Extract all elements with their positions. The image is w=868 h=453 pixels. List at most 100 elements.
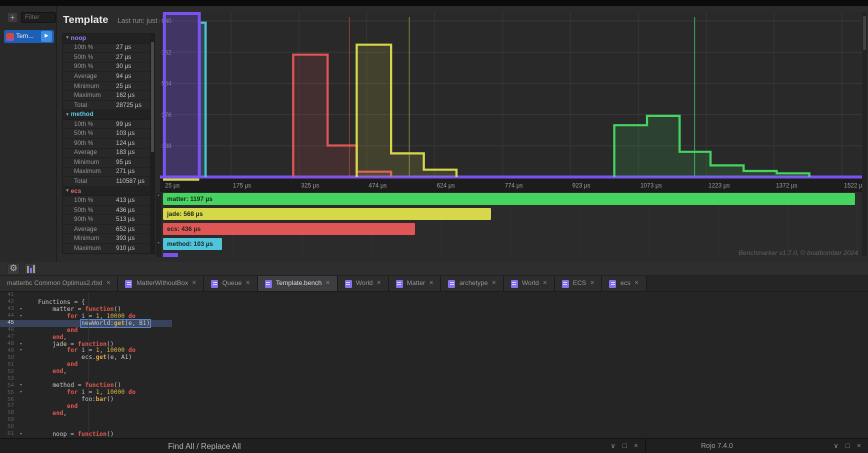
code-token: get [114, 320, 125, 327]
panel-scrollbar[interactable] [862, 12, 867, 256]
close-icon[interactable]: × [326, 280, 330, 287]
close-icon[interactable]: × [590, 280, 594, 287]
stat-label: 90th % [74, 216, 116, 223]
close-icon[interactable]: × [429, 280, 433, 287]
stat-value: 95 µs [116, 159, 131, 166]
code-line: 50 ecs.get(e, A1) [0, 354, 868, 361]
run-benchmark-button[interactable]: ▶ [41, 31, 52, 42]
settings-button[interactable]: ⚙ [7, 263, 20, 275]
line-number: 57 [0, 403, 16, 409]
add-benchmark-button[interactable]: + [7, 12, 18, 23]
code-token: end [67, 327, 78, 334]
code-token: end [52, 410, 63, 417]
code-token: noop = [38, 431, 78, 438]
stat-row: Minimum393 µs [63, 234, 150, 244]
close-icon[interactable]: × [492, 280, 496, 287]
line-number: 49 [0, 348, 16, 354]
code-token [38, 361, 67, 368]
tab-template-bench[interactable]: Template.bench× [258, 276, 338, 291]
code-token: () [107, 341, 114, 348]
svg-text:1223 µs: 1223 µs [708, 184, 729, 190]
tab-label: World [356, 280, 373, 287]
benchmark-title: Template [63, 14, 108, 26]
stats-section-header-method[interactable]: ▾method [63, 110, 150, 120]
close-icon[interactable]: × [246, 280, 250, 287]
collapse-chevron-icon[interactable]: ∨ [611, 442, 616, 450]
code-line: 54▾ method = function() [0, 382, 868, 389]
script-editor[interactable]: 4142Functions = {43▾ matter = function()… [0, 292, 868, 438]
code-line: 45 newWorld:get(e, B1) [0, 320, 868, 327]
tab-archetype[interactable]: archetype × [441, 276, 504, 291]
code-token: bar [96, 396, 107, 403]
close-icon[interactable]: × [857, 443, 861, 450]
code-token: end [67, 361, 78, 368]
tab-matterbc-common-optimus2-rbxl[interactable]: matterbc Common Optimus2.rbxl × [0, 276, 118, 291]
close-icon[interactable]: × [192, 280, 196, 287]
tab-ecs[interactable]: ECS × [555, 276, 602, 291]
tab-label: archetype [459, 280, 488, 287]
close-icon[interactable]: × [634, 443, 638, 450]
close-icon[interactable]: × [377, 280, 381, 287]
code-line: 59 [0, 417, 868, 424]
result-bar-label: method: 103 µs [163, 241, 213, 248]
result-bar-noop [163, 253, 178, 257]
stats-section-header-ecs[interactable]: ▾ecs [63, 187, 150, 197]
code-token [38, 320, 81, 327]
result-bar-row: method: 103 µs [163, 238, 860, 250]
code-token: function [78, 431, 107, 438]
script-icon [345, 280, 352, 288]
stat-label: Maximum [74, 245, 116, 252]
filter-input[interactable] [21, 12, 56, 23]
code-token: 10000 [107, 389, 125, 396]
stat-row: 10th %27 µs [63, 44, 150, 54]
script-icon [562, 280, 569, 288]
tree-item-label: Tem... [16, 33, 39, 40]
result-bar-label: jade: 568 µs [163, 211, 203, 218]
close-icon[interactable]: × [635, 280, 639, 287]
stat-row: 50th %103 µs [63, 129, 150, 139]
code-token [38, 334, 52, 341]
code-token: , [99, 347, 106, 354]
code-line: 53 [0, 375, 868, 382]
tab-queue[interactable]: Queue× [204, 276, 258, 291]
code-token: 10000 [107, 313, 125, 320]
tab-matter[interactable]: Matter× [389, 276, 442, 291]
svg-text:474 µs: 474 µs [369, 184, 387, 190]
stat-label: 10th % [74, 197, 116, 204]
float-window-icon[interactable]: □ [846, 443, 850, 450]
tab-world[interactable]: World × [338, 276, 389, 291]
stat-label: 50th % [74, 54, 116, 61]
collapse-chevron-icon[interactable]: ∨ [834, 442, 839, 450]
svg-text:624 µs: 624 µs [437, 184, 455, 190]
stat-row: Total110587 µs [63, 177, 150, 187]
script-icon [125, 280, 132, 288]
stats-section-header-noop[interactable]: ▾noop [63, 34, 150, 44]
benchmarker-plugin-button[interactable] [24, 263, 37, 275]
code-token: newWorld: [81, 320, 114, 327]
bars-scrollbar[interactable]: ▴▾ [156, 193, 161, 257]
tab-label: matterbc Common Optimus2.rbxl [7, 280, 102, 287]
svg-text:1522 µs: 1522 µs [844, 184, 862, 190]
tab-label: ECS [573, 280, 586, 287]
code-token: end [52, 368, 63, 375]
tab-world[interactable]: World× [504, 276, 555, 291]
stat-row: Average94 µs [63, 72, 150, 82]
code-text: noop = function() [38, 431, 114, 438]
line-number: 48 [0, 341, 16, 347]
close-icon[interactable]: × [106, 280, 110, 287]
line-number: 58 [0, 410, 16, 416]
tab-matterwithoutbox[interactable]: MatterWithoutBox× [118, 276, 204, 291]
benchmark-tree-item-template[interactable]: Tem... ▶ [4, 30, 54, 43]
close-icon[interactable]: × [543, 280, 547, 287]
code-line: 52 end, [0, 368, 868, 375]
float-window-icon[interactable]: □ [623, 443, 627, 450]
stat-row: Average652 µs [63, 225, 150, 235]
code-token: do [128, 347, 135, 354]
tab-ecs[interactable]: ecs× [602, 276, 646, 291]
stats-scrollbar[interactable] [150, 34, 154, 253]
stat-value: 436 µs [116, 207, 135, 214]
result-bars-list: matter: 1197 µsjade: 568 µsecs: 436 µsme… [163, 193, 860, 257]
histogram-noop [164, 14, 199, 178]
code-line: 61▾ noop = function() [0, 431, 868, 438]
bench-sidebar: + Tem... ▶ [0, 6, 57, 262]
